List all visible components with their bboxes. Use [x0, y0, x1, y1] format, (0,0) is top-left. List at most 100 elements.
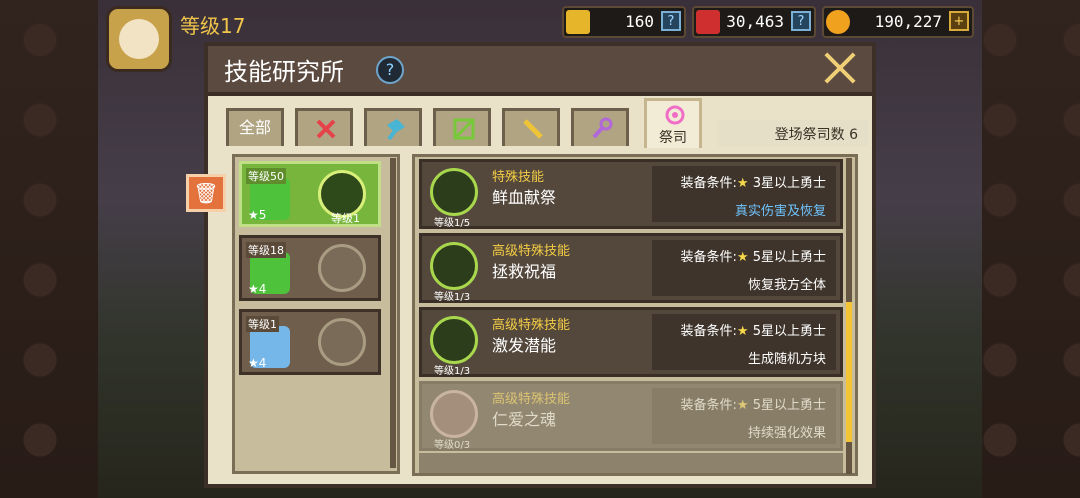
- skill-level: 等级1/5: [434, 218, 471, 229]
- skill-requirement: 装备条件:★ 5星以上勇士: [681, 246, 826, 265]
- dialog-title: 技能研究所: [224, 58, 344, 86]
- gold-count: 190,227: [874, 12, 942, 31]
- close-icon[interactable]: [822, 50, 858, 86]
- hero-list-scrollbar[interactable]: [390, 158, 396, 468]
- hero-level: 等级1: [246, 316, 279, 332]
- skill-type: 高级特殊技能: [492, 244, 571, 259]
- tab-archer[interactable]: [433, 108, 491, 146]
- ruby-count: 30,463: [726, 12, 784, 31]
- skill-row[interactable]: 等级1/3 高级特殊技能 激发潜能 装备条件:★ 5星以上勇士 生成随机方块: [419, 307, 843, 377]
- skill-requirement: 装备条件:★ 5星以上勇士: [681, 320, 826, 339]
- ticket-icon: [566, 10, 590, 34]
- hero-list[interactable]: 等级50 ★5 等级1 等级18 ★4 等级1 ★4: [232, 154, 400, 474]
- skill-requirement-box: 装备条件:★ 3星以上勇士 真实伤害及恢复: [652, 166, 836, 222]
- requirement-text: 3星以上勇士: [752, 176, 826, 191]
- hero-card[interactable]: 等级1 ★4: [239, 309, 381, 375]
- hero-stars: ★5: [248, 208, 267, 222]
- trash-icon[interactable]: 🗑: [186, 174, 226, 212]
- skill-row[interactable]: 等级1/5 特殊技能 鲜血献祭 装备条件:★ 3星以上勇士 真实伤害及恢复: [419, 159, 843, 229]
- gold-add-button[interactable]: +: [949, 11, 969, 31]
- ticket-count: 160: [625, 12, 654, 31]
- player-level: 等级17: [180, 14, 246, 38]
- skill-type: 特殊技能: [492, 170, 545, 185]
- skill-icon: [430, 390, 478, 438]
- gold-resource: 190,227 +: [822, 6, 974, 38]
- hero-star-count: 5: [258, 208, 267, 222]
- star-icon: ★: [736, 176, 749, 191]
- skill-icon: [430, 316, 478, 364]
- skill-requirement: 装备条件:★ 3星以上勇士: [681, 172, 826, 191]
- star-icon: ★: [736, 324, 749, 339]
- skill-name: 激发潜能: [492, 336, 557, 355]
- requirement-prefix: 装备条件:: [680, 398, 737, 413]
- priest-count-strip: 登场祭司数 6: [718, 120, 868, 146]
- skill-effect: 真实伤害及恢复: [734, 204, 826, 219]
- staff-icon: [523, 119, 543, 139]
- hero-star-count: 4: [258, 356, 267, 370]
- gold-coin-icon: [826, 10, 850, 34]
- skill-type: 高级特殊技能: [492, 392, 571, 407]
- skill-name: 仁爱之魂: [492, 410, 557, 429]
- requirement-text: 5星以上勇士: [752, 398, 826, 413]
- requirement-prefix: 装备条件:: [680, 250, 737, 265]
- help-icon[interactable]: ?: [376, 56, 404, 84]
- priest-icon: [665, 105, 685, 125]
- skill-effect: 生成随机方块: [747, 352, 826, 367]
- hero-stars: ★4: [248, 356, 267, 370]
- ruby-help-button[interactable]: ?: [791, 11, 811, 31]
- skill-row-locked[interactable]: 等级0/3 高级特殊技能 仁爱之魂 装备条件:★ 5星以上勇士 持续强化效果: [419, 381, 843, 451]
- skill-list[interactable]: 等级1/5 特殊技能 鲜血献祭 装备条件:★ 3星以上勇士 真实伤害及恢复 等级…: [412, 154, 858, 476]
- bow-icon: [453, 118, 475, 140]
- hero-card[interactable]: 等级50 ★5 等级1: [239, 161, 381, 227]
- slot-level: 等级1: [331, 212, 360, 225]
- tab-priest[interactable]: 祭司: [644, 98, 702, 148]
- empty-skill-slot[interactable]: [318, 244, 366, 292]
- player-avatar[interactable]: [106, 6, 172, 72]
- skill-effect: 持续强化效果: [747, 426, 826, 441]
- requirement-prefix: 装备条件:: [680, 324, 737, 339]
- hero-stars: ★4: [248, 282, 267, 296]
- hero-star-count: 4: [258, 282, 267, 296]
- dialog-titlebar: 技能研究所 ?: [208, 46, 872, 96]
- sword-icon: [316, 119, 336, 139]
- axe-icon: [387, 119, 405, 141]
- ticket-resource: 160 ?: [562, 6, 686, 38]
- skill-level: 等级1/3: [434, 366, 471, 377]
- tab-hunter[interactable]: [502, 108, 560, 146]
- ruby-resource: 30,463 ?: [692, 6, 816, 38]
- skill-requirement-box: 装备条件:★ 5星以上勇士 生成随机方块: [652, 314, 836, 370]
- skill-name: 拯救祝福: [492, 262, 557, 281]
- requirement-prefix: 装备条件:: [680, 176, 737, 191]
- skill-type: 高级特殊技能: [492, 318, 571, 333]
- requirement-text: 5星以上勇士: [752, 250, 826, 265]
- requirement-text: 5星以上勇士: [752, 324, 826, 339]
- priest-count: 登场祭司数 6: [774, 127, 858, 143]
- hero-level: 等级50: [246, 168, 286, 184]
- tab-knight[interactable]: [364, 108, 422, 146]
- ruby-icon: [696, 10, 720, 34]
- skill-icon: [430, 168, 478, 216]
- skill-requirement-box: 装备条件:★ 5星以上勇士 持续强化效果: [652, 388, 836, 444]
- avatar-face: [119, 19, 159, 59]
- skill-requirement-box: 装备条件:★ 5星以上勇士 恢复我方全体: [652, 240, 836, 296]
- skill-name: 鲜血献祭: [492, 188, 557, 207]
- skill-row-partial: [419, 453, 843, 473]
- star-icon: ★: [736, 250, 749, 265]
- tab-all[interactable]: 全部: [226, 108, 284, 146]
- wand-icon: [592, 117, 613, 139]
- skill-list-scroll-thumb[interactable]: [846, 302, 852, 442]
- tab-warrior[interactable]: [295, 108, 353, 146]
- skill-requirement: 装备条件:★ 5星以上勇士: [681, 394, 826, 413]
- tab-priest-label: 祭司: [659, 130, 687, 146]
- empty-skill-slot[interactable]: [318, 318, 366, 366]
- tab-wizard[interactable]: [571, 108, 629, 146]
- ticket-help-button[interactable]: ?: [661, 11, 681, 31]
- skill-level: 等级0/3: [434, 440, 471, 451]
- hero-level: 等级18: [246, 242, 286, 258]
- skill-row[interactable]: 等级1/3 高级特殊技能 拯救祝福 装备条件:★ 5星以上勇士 恢复我方全体: [419, 233, 843, 303]
- skill-effect: 恢复我方全体: [747, 278, 826, 293]
- hero-card[interactable]: 等级18 ★4: [239, 235, 381, 301]
- skill-icon: [430, 242, 478, 290]
- star-icon: ★: [736, 398, 749, 413]
- skill-research-dialog: 技能研究所 ? 全部 祭司 登场祭司数 6 等级50 ★5 等级1 等级18 ★…: [204, 42, 876, 488]
